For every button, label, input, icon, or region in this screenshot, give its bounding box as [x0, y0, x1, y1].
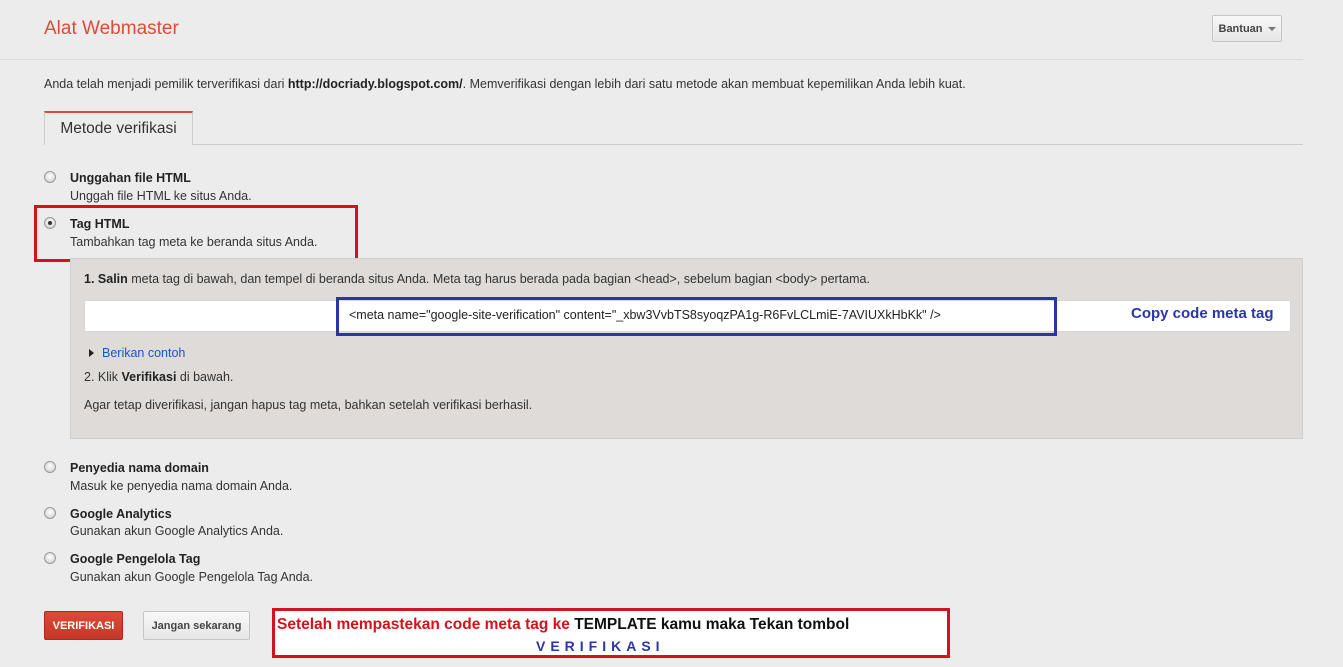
annotation-red-text: Setelah mempastekan code meta tag ke	[277, 616, 575, 633]
triangle-right-icon	[89, 349, 94, 357]
step-1-text: 1. Salin meta tag di bawah, dan tempel d…	[84, 272, 870, 286]
annotation-highlight-html-tag	[34, 205, 358, 262]
webmaster-verification-page: Alat Webmaster Bantuan Anda telah menjad…	[0, 0, 1343, 667]
radio-google-tag-manager[interactable]	[44, 552, 56, 564]
notice-prefix: Anda telah menjadi pemilik terverifikasi…	[44, 77, 288, 91]
verification-note: Agar tetap diverifikasi, jangan hapus ta…	[84, 398, 533, 412]
step-2-bold: Verifikasi	[121, 370, 177, 384]
annotation-copy-meta-tag: Copy code meta tag	[1131, 305, 1274, 322]
not-now-button[interactable]: Jangan sekarang	[143, 611, 250, 640]
header-divider	[0, 59, 1303, 60]
method-desc-domain-provider: Masuk ke penyedia nama domain Anda.	[70, 479, 293, 493]
method-title-google-analytics: Google Analytics	[70, 507, 172, 521]
method-desc-google-tag-manager: Gunakan akun Google Pengelola Tag Anda.	[70, 570, 314, 584]
method-title-google-tag-manager: Google Pengelola Tag	[70, 552, 201, 566]
help-button-label: Bantuan	[1218, 22, 1263, 35]
help-button[interactable]: Bantuan	[1212, 15, 1282, 42]
annotation-black-text: TEMPLATE kamu maka Tekan tombol	[574, 616, 850, 633]
verify-button[interactable]: VERIFIKASI	[44, 611, 123, 640]
method-title-domain-provider: Penyedia nama domain	[70, 461, 209, 475]
annotation-instruction-line-1: Setelah mempastekan code meta tag ke TEM…	[277, 616, 849, 634]
chevron-down-icon	[1267, 26, 1276, 31]
method-desc-html-file-upload: Unggah file HTML ke situs Anda.	[70, 189, 252, 203]
step-2-text: 2. Klik Verifikasi di bawah.	[84, 370, 233, 384]
method-desc-google-analytics: Gunakan akun Google Analytics Anda.	[70, 524, 284, 538]
app-title: Alat Webmaster	[44, 18, 179, 39]
step-1-rest: meta tag di bawah, dan tempel di beranda…	[127, 272, 870, 286]
step-1-number: 1.	[84, 272, 95, 286]
step-2-prefix: 2. Klik	[84, 370, 122, 384]
tab-divider	[44, 144, 1303, 145]
notice-suffix: . Memverifikasi dengan lebih dari satu m…	[462, 77, 966, 91]
tab-verification-methods[interactable]: Metode verifikasi	[44, 111, 193, 145]
radio-html-file-upload[interactable]	[44, 171, 56, 183]
radio-domain-provider[interactable]	[44, 461, 56, 473]
radio-google-analytics[interactable]	[44, 507, 56, 519]
step-1-bold: Salin	[97, 272, 128, 286]
show-example-label: Berikan contoh	[102, 346, 186, 360]
step-2-suffix: di bawah.	[176, 370, 234, 384]
ownership-notice: Anda telah menjadi pemilik terverifikasi…	[44, 77, 966, 91]
annotation-highlight-meta-tag	[336, 297, 1057, 336]
method-title-html-file-upload: Unggahan file HTML	[70, 171, 191, 185]
annotation-instruction-line-2: VERIFIKASI	[536, 638, 665, 654]
show-example-link[interactable]: Berikan contoh	[89, 346, 185, 360]
notice-site-url: http://docriady.blogspot.com/	[287, 77, 463, 91]
